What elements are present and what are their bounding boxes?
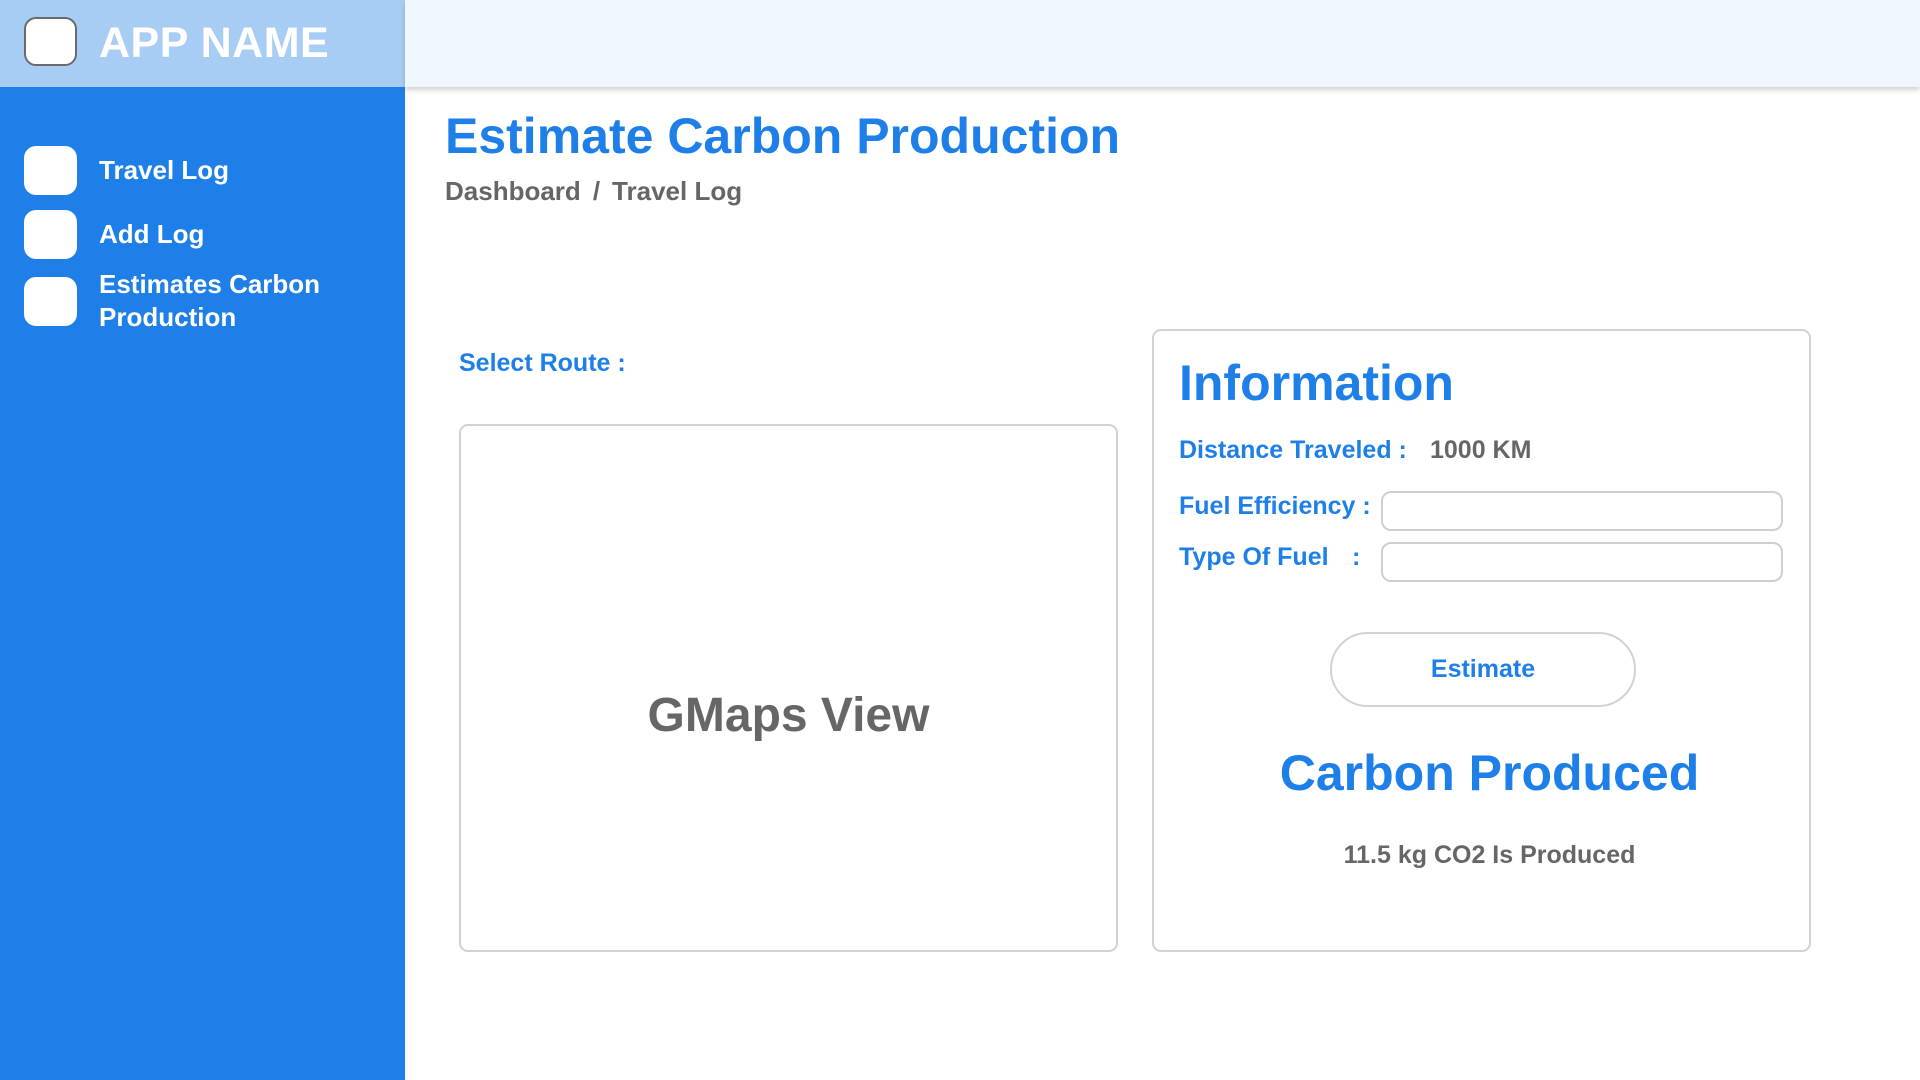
app-logo-icon (24, 17, 77, 66)
sidebar-item-travel-log[interactable]: Travel Log (0, 146, 405, 195)
information-card: Information Distance Traveled : 1000 KM … (1152, 329, 1811, 952)
add-log-icon (24, 210, 77, 259)
sidebar-item-estimate-carbon[interactable]: Estimates Carbon Production (0, 268, 405, 336)
information-title: Information (1179, 355, 1454, 411)
page-title: Estimate Carbon Production (445, 108, 1121, 164)
estimate-button[interactable]: Estimate (1330, 632, 1636, 707)
distance-value: 1000 KM (1430, 436, 1532, 464)
map-view[interactable]: GMaps View (459, 424, 1118, 952)
breadcrumb-dashboard[interactable]: Dashboard (445, 176, 581, 206)
estimate-carbon-icon (24, 277, 77, 326)
distance-label: Distance Traveled : (1179, 436, 1407, 464)
sidebar: Travel Log Add Log Estimates Carbon Prod… (0, 0, 405, 1080)
fuel-efficiency-label: Fuel Efficiency : (1179, 492, 1371, 520)
sidebar-item-add-log[interactable]: Add Log (0, 210, 405, 259)
fuel-type-label: Type Of Fuel (1179, 543, 1329, 571)
breadcrumb: Dashboard / Travel Log (445, 174, 742, 208)
sidebar-item-label: Add Log (99, 219, 205, 249)
carbon-result: 11.5 kg CO2 Is Produced (1343, 841, 1636, 869)
select-route-label: Select Route : (459, 349, 626, 377)
fuel-type-input[interactable] (1381, 542, 1783, 582)
breadcrumb-separator: / (592, 176, 601, 206)
travel-log-icon (24, 146, 77, 195)
sidebar-item-label: Travel Log (99, 155, 230, 185)
top-bar (405, 0, 1920, 87)
map-placeholder-text: GMaps View (647, 688, 930, 742)
sidebar-item-label: Production (99, 302, 237, 332)
app-name: APP NAME (99, 19, 330, 67)
breadcrumb-travel-log[interactable]: Travel Log (612, 176, 742, 206)
carbon-produced-title: Carbon Produced (1279, 745, 1700, 801)
sidebar-item-label: Estimates Carbon (99, 269, 321, 299)
fuel-efficiency-input[interactable] (1381, 491, 1783, 531)
brand-header: APP NAME (0, 0, 405, 87)
fuel-type-colon: : (1352, 543, 1361, 571)
